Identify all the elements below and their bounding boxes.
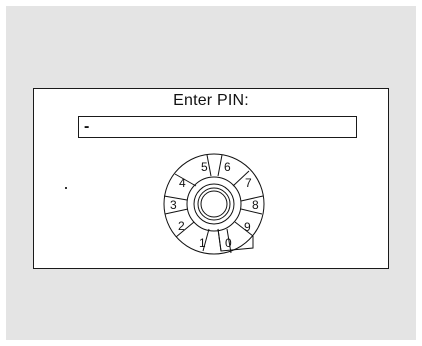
cursor-dot (65, 187, 67, 189)
dial-hub-core (200, 190, 228, 218)
dialog-title: Enter PIN: (173, 92, 249, 109)
dial-digit-8[interactable]: 8 (252, 198, 259, 212)
dial-hub-inner (197, 187, 231, 221)
dial-digit-4[interactable]: 4 (179, 176, 186, 190)
dial-digit-2[interactable]: 2 (178, 219, 185, 233)
dial-digit-1[interactable]: 1 (199, 236, 206, 250)
dial-digit-3[interactable]: 3 (170, 198, 177, 212)
pin-input-field[interactable]: - (78, 116, 357, 138)
dial-hub-middle (193, 183, 235, 225)
dial-digit-9[interactable]: 9 (244, 220, 251, 234)
dial-digit-6[interactable]: 6 (224, 160, 231, 174)
pin-entry-dialog: Enter PIN: - 5 6 4 7 3 8 2 9 1 0 (33, 88, 389, 269)
dial-hub-outer (186, 176, 242, 232)
dial-digit-0[interactable]: 0 (225, 236, 232, 250)
dial-digit-7[interactable]: 7 (245, 176, 252, 190)
dial-separators (163, 154, 264, 254)
rotary-pin-dial[interactable]: 5 6 4 7 3 8 2 9 1 0 (159, 150, 271, 260)
dial-outer-ring (163, 153, 265, 255)
dial-digit-5[interactable]: 5 (201, 160, 208, 174)
pin-value: - (84, 118, 90, 135)
